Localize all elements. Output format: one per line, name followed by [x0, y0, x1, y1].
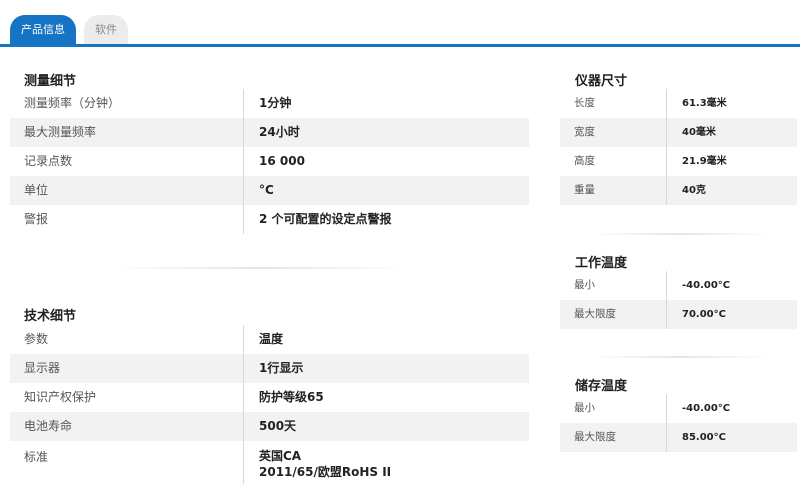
column-divider	[243, 176, 244, 205]
row-value: 70.00°C	[682, 309, 726, 320]
table-row: 长度 61.3毫米	[560, 89, 797, 118]
row-value: 61.3毫米	[682, 98, 727, 109]
column-divider	[666, 118, 667, 147]
table-row: 最小 -40.00°C	[560, 394, 797, 423]
row-label: 单位	[24, 183, 49, 197]
table-row: 电池寿命 500天	[10, 412, 529, 441]
table-row: 高度 21.9毫米	[560, 147, 797, 176]
table-row: 宽度 40毫米	[560, 118, 797, 147]
row-label: 知识产权保护	[24, 390, 97, 404]
technical-details-title: 技术细节	[24, 309, 77, 324]
row-value: 21.9毫米	[682, 156, 727, 167]
row-label: 宽度	[574, 126, 595, 138]
row-label: 高度	[574, 155, 595, 167]
row-label: 电池寿命	[24, 419, 73, 433]
row-value: -40.00°C	[682, 280, 731, 291]
row-value: 1分钟	[259, 96, 292, 110]
column-divider	[243, 441, 244, 484]
tab-product-info[interactable]: 产品信息	[10, 15, 76, 45]
row-label: 参数	[24, 332, 49, 346]
row-label: 最小	[574, 402, 595, 414]
table-row: 最小 -40.00°C	[560, 271, 797, 300]
column-divider	[666, 300, 667, 329]
row-value: 英国CA 2011/65/欧盟RoHS II	[259, 448, 391, 480]
row-label: 长度	[574, 97, 595, 109]
column-divider	[243, 325, 244, 354]
tab-underline	[0, 44, 800, 47]
row-value-line: 2011/65/欧盟RoHS II	[259, 465, 392, 479]
row-label: 最大限度	[574, 308, 616, 320]
column-divider	[243, 205, 244, 234]
column-divider	[666, 271, 667, 300]
row-value: 500天	[259, 419, 297, 433]
table-row: 测量频率（分钟） 1分钟	[10, 89, 529, 118]
table-row: 警报 2 个可配置的设定点警报	[10, 205, 529, 234]
row-value: °C	[259, 183, 274, 197]
dimensions-title: 仪器尺寸	[575, 74, 628, 89]
row-label: 测量频率（分钟）	[24, 96, 121, 110]
column-divider	[666, 423, 667, 452]
table-row: 显示器 1行显示	[10, 354, 529, 383]
tab-bar: 产品信息 软件	[0, 0, 800, 47]
row-label: 警报	[24, 212, 49, 226]
column-divider	[243, 412, 244, 441]
row-label: 最大限度	[574, 431, 616, 443]
row-label: 最小	[574, 279, 595, 291]
column-divider	[243, 383, 244, 412]
column-divider	[666, 147, 667, 176]
table-row: 最大限度 70.00°C	[560, 300, 797, 329]
row-value: 40克	[682, 185, 706, 196]
table-row: 最大测量频率 24小时	[10, 118, 529, 147]
table-row: 最大限度 85.00°C	[560, 423, 797, 452]
operating-temp-title: 工作温度	[575, 256, 628, 271]
column-divider	[666, 394, 667, 423]
table-row: 标准 英国CA 2011/65/欧盟RoHS II	[10, 441, 529, 484]
row-value-line: 英国CA	[259, 449, 302, 463]
column-divider	[243, 89, 244, 118]
row-value: 防护等级65	[259, 390, 324, 404]
measurement-details-title: 测量细节	[24, 74, 77, 89]
table-row: 记录点数 16 000	[10, 147, 529, 176]
storage-temp-title: 储存温度	[575, 379, 628, 394]
tab-software[interactable]: 软件	[84, 15, 128, 45]
row-value: 温度	[259, 332, 284, 346]
row-label: 显示器	[24, 361, 61, 375]
table-row: 单位 °C	[10, 176, 529, 205]
row-label: 重量	[574, 184, 595, 196]
row-value: 40毫米	[682, 127, 716, 138]
row-value: 24小时	[259, 125, 300, 139]
row-value: 16 000	[259, 154, 305, 168]
column-divider	[666, 176, 667, 205]
table-row: 重量 40克	[560, 176, 797, 205]
row-value: 85.00°C	[682, 432, 726, 443]
column-divider	[666, 89, 667, 118]
section-divider	[110, 267, 410, 269]
section-divider	[590, 233, 770, 235]
column-divider	[243, 354, 244, 383]
row-value: 1行显示	[259, 361, 304, 375]
column-divider	[243, 118, 244, 147]
row-value: 2 个可配置的设定点警报	[259, 212, 392, 226]
column-divider	[243, 147, 244, 176]
row-value: -40.00°C	[682, 403, 731, 414]
table-row: 参数 温度	[10, 325, 529, 354]
table-row: 知识产权保护 防护等级65	[10, 383, 529, 412]
row-label: 记录点数	[24, 154, 73, 168]
section-divider	[590, 356, 770, 358]
row-label: 标准	[24, 450, 49, 464]
row-label: 最大测量频率	[24, 125, 97, 139]
